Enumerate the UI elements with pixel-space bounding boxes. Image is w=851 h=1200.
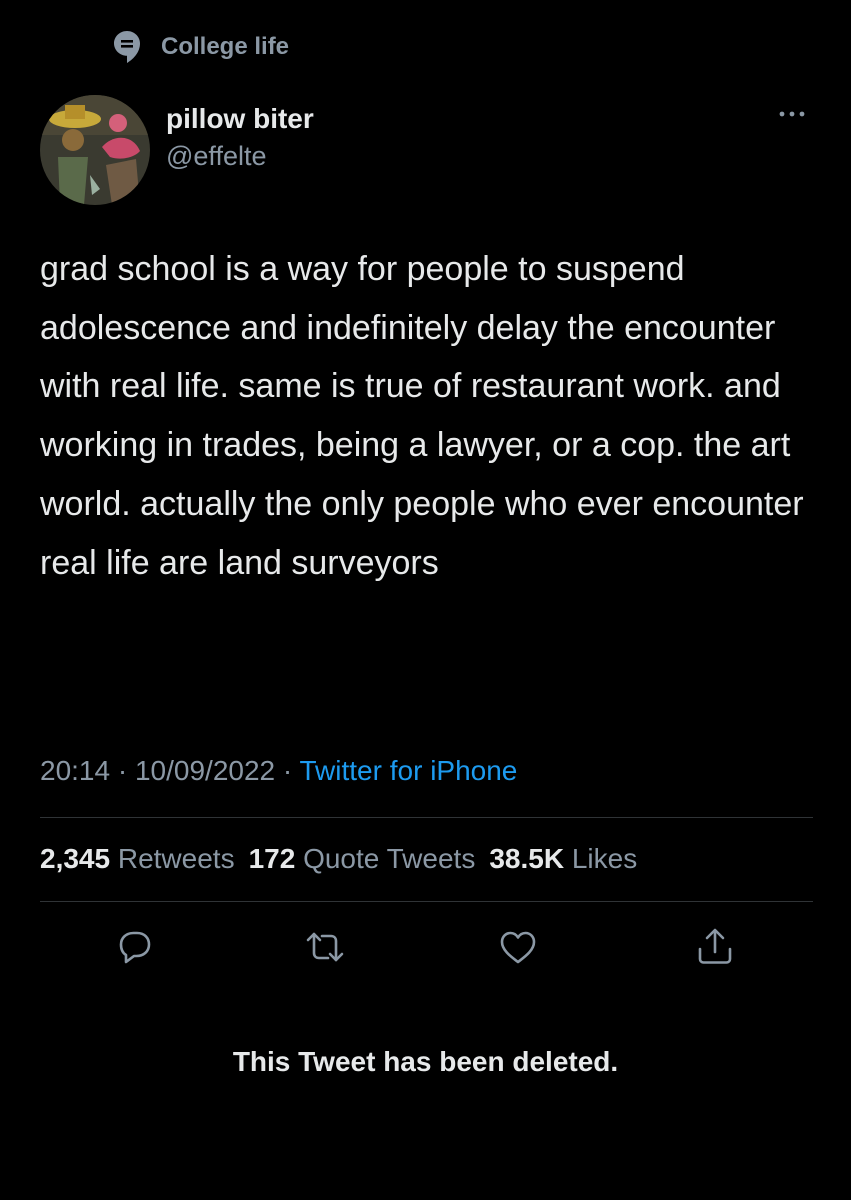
community-context[interactable]: College life — [113, 30, 289, 64]
quotes-count: 172 — [248, 843, 296, 874]
retweet-icon[interactable] — [303, 925, 347, 969]
tweet-meta: 20:14 · 10/09/2022 · Twitter for iPhone — [40, 755, 517, 787]
likes-label: Likes — [571, 843, 638, 874]
quotes-stat[interactable]: 172 Quote Tweets — [249, 843, 476, 874]
tweet-actions — [0, 925, 851, 969]
divider — [40, 817, 813, 818]
retweets-stat[interactable]: 2,345 Retweets — [40, 843, 235, 874]
display-name[interactable]: pillow biter — [166, 100, 314, 138]
tweet-stats: 2,345 Retweets 172 Quote Tweets 38.5K Like… — [40, 843, 637, 875]
community-label[interactable]: College life — [161, 33, 289, 61]
more-options-icon[interactable] — [777, 104, 807, 124]
deleted-notice: This Tweet has been deleted. — [232, 1046, 619, 1077]
likes-count: 38.5K — [489, 843, 565, 874]
retweets-label: Retweets — [117, 843, 235, 874]
quotes-label: Quote Tweets — [303, 843, 476, 874]
divider — [40, 901, 813, 902]
meta-separator: · — [110, 755, 135, 786]
tweet-date[interactable]: 10/09/2022 — [135, 755, 275, 786]
meta-separator: · — [275, 755, 300, 786]
reply-icon[interactable] — [113, 925, 157, 969]
tweet-text: grad school is a way for people to suspe… — [40, 250, 814, 582]
likes-stat[interactable]: 38.5K Likes — [489, 843, 637, 874]
retweets-count: 2,345 — [40, 843, 111, 874]
community-icon — [113, 30, 141, 64]
share-icon[interactable] — [693, 925, 737, 969]
tweet-source[interactable]: Twitter for iPhone — [300, 755, 518, 786]
user-handle[interactable]: @effelte — [166, 138, 314, 174]
author-info[interactable]: pillow biter @effelte — [166, 100, 314, 174]
avatar[interactable] — [40, 95, 150, 205]
like-icon[interactable] — [496, 925, 540, 969]
tweet-time[interactable]: 20:14 — [40, 755, 110, 786]
